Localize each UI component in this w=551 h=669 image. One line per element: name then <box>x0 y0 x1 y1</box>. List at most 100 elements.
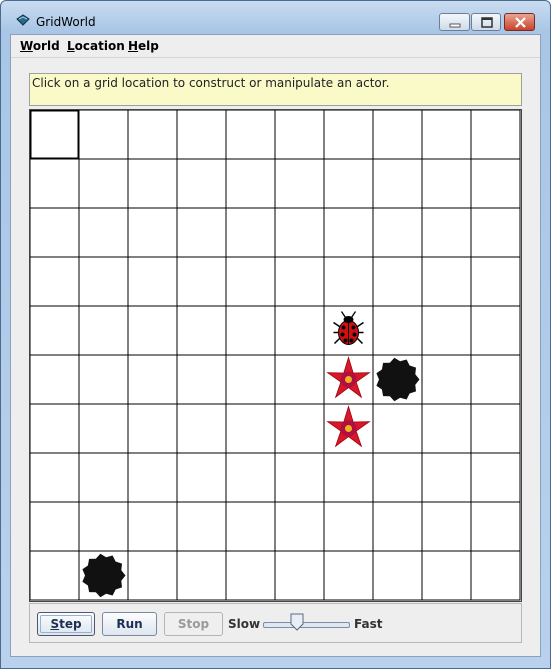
grid-cell[interactable] <box>176 158 227 209</box>
grid-cell[interactable] <box>470 452 521 503</box>
grid-cell[interactable] <box>30 354 80 405</box>
grid-cell[interactable] <box>421 158 472 209</box>
grid-cell[interactable] <box>372 403 423 454</box>
grid-cell[interactable] <box>274 207 325 258</box>
grid-cell[interactable] <box>274 256 325 307</box>
grid-cell[interactable] <box>421 354 472 405</box>
grid-cell[interactable] <box>30 550 80 601</box>
grid-cell[interactable] <box>470 110 521 160</box>
grid-cell[interactable] <box>421 550 472 601</box>
grid-cell[interactable] <box>323 501 374 552</box>
grid-cell[interactable] <box>127 550 178 601</box>
grid-cell[interactable] <box>372 305 423 356</box>
grid-cell[interactable] <box>176 354 227 405</box>
grid-cell[interactable] <box>323 256 374 307</box>
grid-cell[interactable] <box>470 207 521 258</box>
grid-cell[interactable] <box>323 110 374 160</box>
grid-canvas[interactable] <box>30 110 521 601</box>
grid-cell[interactable] <box>127 354 178 405</box>
grid-cell[interactable] <box>78 452 129 503</box>
grid-cell[interactable] <box>225 110 276 160</box>
grid-cell[interactable] <box>176 403 227 454</box>
step-button[interactable]: Step <box>37 612 95 636</box>
grid-cell[interactable] <box>225 256 276 307</box>
grid-cell[interactable] <box>372 452 423 503</box>
grid-cell[interactable] <box>127 501 178 552</box>
menu-location[interactable]: Location <box>67 39 125 53</box>
grid-cell[interactable] <box>225 452 276 503</box>
grid-cell[interactable] <box>470 256 521 307</box>
grid-cell[interactable] <box>274 354 325 405</box>
grid-cell[interactable] <box>274 305 325 356</box>
grid-cell[interactable] <box>470 403 521 454</box>
grid-cell[interactable] <box>176 207 227 258</box>
minimize-button[interactable] <box>439 13 470 31</box>
grid-cell[interactable] <box>127 207 178 258</box>
grid-cell[interactable] <box>421 452 472 503</box>
grid-cell[interactable] <box>372 550 423 601</box>
grid-cell[interactable] <box>225 501 276 552</box>
grid-cell[interactable] <box>176 550 227 601</box>
grid-cell[interactable] <box>78 501 129 552</box>
title-bar[interactable]: GridWorld <box>1 1 550 34</box>
grid-cell[interactable] <box>323 550 374 601</box>
grid-cell[interactable] <box>78 207 129 258</box>
grid-cell[interactable] <box>470 305 521 356</box>
grid-cell[interactable] <box>274 110 325 160</box>
grid-cell[interactable] <box>274 501 325 552</box>
grid-cell[interactable] <box>470 158 521 209</box>
stop-button[interactable]: Stop <box>164 612 223 636</box>
grid-cell[interactable] <box>470 354 521 405</box>
speed-slider-thumb[interactable] <box>290 613 304 631</box>
grid-cell[interactable] <box>176 452 227 503</box>
speed-slider-track[interactable] <box>263 622 350 628</box>
grid-cell[interactable] <box>421 501 472 552</box>
grid-cell[interactable] <box>421 256 472 307</box>
grid-cell[interactable] <box>225 158 276 209</box>
close-button[interactable] <box>504 13 535 31</box>
run-button[interactable]: Run <box>102 612 157 636</box>
maximize-button[interactable] <box>471 13 501 31</box>
grid-cell[interactable] <box>274 550 325 601</box>
grid-cell[interactable] <box>274 403 325 454</box>
grid-cell[interactable] <box>421 305 472 356</box>
grid-cell[interactable] <box>127 256 178 307</box>
world-grid[interactable] <box>29 109 522 602</box>
grid-cell[interactable] <box>127 452 178 503</box>
grid-cell[interactable] <box>30 110 80 160</box>
menu-help[interactable]: Help <box>128 39 159 53</box>
grid-cell[interactable] <box>30 158 80 209</box>
grid-cell[interactable] <box>78 256 129 307</box>
grid-cell[interactable] <box>421 207 472 258</box>
grid-cell[interactable] <box>323 452 374 503</box>
grid-cell[interactable] <box>372 158 423 209</box>
grid-cell[interactable] <box>225 207 276 258</box>
menu-world[interactable]: World <box>20 39 60 53</box>
grid-cell[interactable] <box>470 550 521 601</box>
grid-cell[interactable] <box>421 110 472 160</box>
grid-cell[interactable] <box>225 403 276 454</box>
grid-cell[interactable] <box>30 501 80 552</box>
grid-cell[interactable] <box>176 501 227 552</box>
grid-cell[interactable] <box>30 256 80 307</box>
grid-cell[interactable] <box>30 305 80 356</box>
grid-cell[interactable] <box>225 550 276 601</box>
grid-cell[interactable] <box>372 256 423 307</box>
grid-cell[interactable] <box>78 110 129 160</box>
grid-cell[interactable] <box>127 403 178 454</box>
grid-cell[interactable] <box>323 158 374 209</box>
grid-cell[interactable] <box>225 354 276 405</box>
grid-cell[interactable] <box>30 207 80 258</box>
grid-cell[interactable] <box>372 501 423 552</box>
grid-cell[interactable] <box>127 305 178 356</box>
grid-cell[interactable] <box>470 501 521 552</box>
grid-cell[interactable] <box>421 403 472 454</box>
grid-cell[interactable] <box>30 403 80 454</box>
grid-cell[interactable] <box>274 158 325 209</box>
grid-cell[interactable] <box>176 110 227 160</box>
grid-cell[interactable] <box>127 158 178 209</box>
grid-cell[interactable] <box>78 354 129 405</box>
grid-cell[interactable] <box>78 305 129 356</box>
grid-cell[interactable] <box>225 305 276 356</box>
grid-cell[interactable] <box>372 207 423 258</box>
